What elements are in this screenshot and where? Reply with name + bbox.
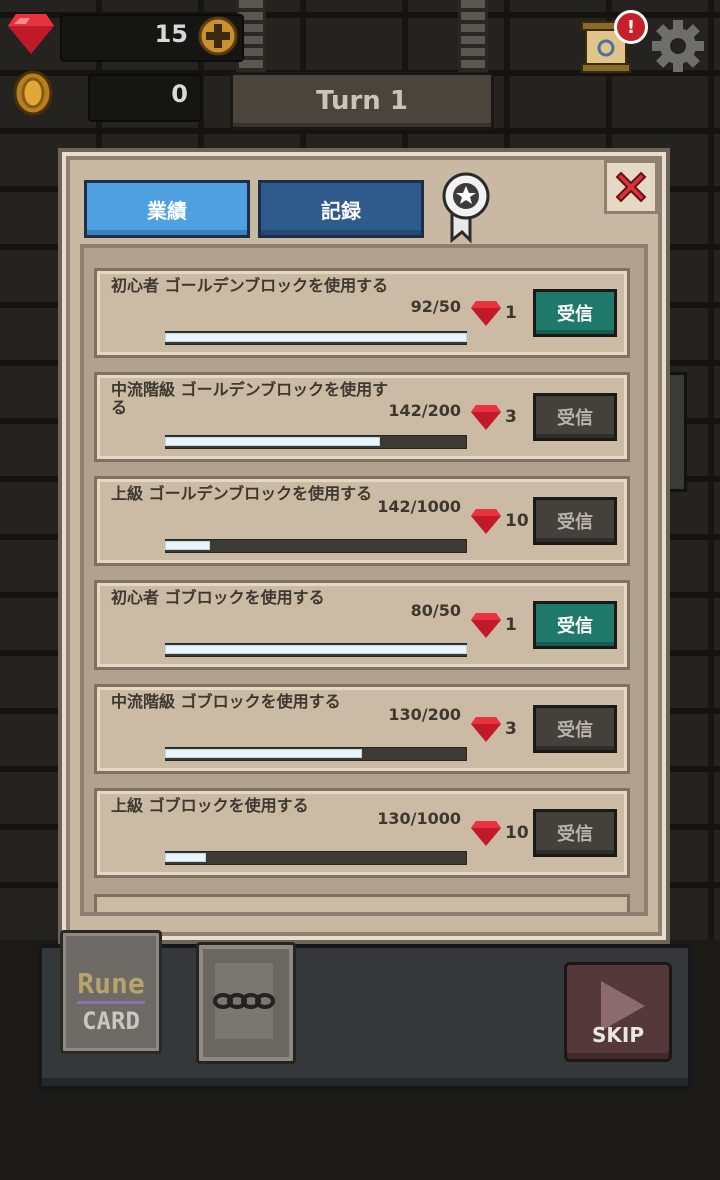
- reward-amount: 1: [505, 303, 517, 323]
- progress-bar: [165, 643, 467, 657]
- achievement-row: 中流階級 ゴブロックを使用する 130/200 3 受信: [94, 684, 630, 774]
- reward-amount: 3: [505, 407, 517, 427]
- achievement-title: 中流階級 ゴブロックを使用する: [111, 692, 341, 711]
- achievement-title: 中流階級 ゴールデンブロックを使用する: [111, 380, 389, 417]
- claim-button[interactable]: 受信: [533, 809, 617, 857]
- add-gems-button[interactable]: [198, 16, 238, 56]
- tab-achievements[interactable]: 業績: [84, 180, 250, 238]
- gold-coin-icon: [13, 70, 53, 116]
- skip-label: SKIP: [591, 1023, 644, 1047]
- claim-button[interactable]: 受信: [533, 601, 617, 649]
- ruby-gem-icon: [471, 613, 501, 638]
- achievement-progress: 80/50: [410, 601, 461, 620]
- reward-amount: 3: [505, 719, 517, 739]
- progress-bar-fill: [166, 854, 205, 861]
- achievement-row: 中流階級 ゴールデンブロックを使用する 142/200 3 受信: [94, 372, 630, 462]
- achievement-row-partial: [94, 894, 630, 912]
- progress-bar-fill: [166, 334, 466, 341]
- claim-button[interactable]: 受信: [533, 497, 617, 545]
- close-icon: [615, 171, 647, 203]
- achievement-title: 初心者 ゴールデンブロックを使用する: [111, 276, 389, 295]
- settings-gear-icon[interactable]: [650, 18, 706, 74]
- ruby-gem-icon: [471, 821, 501, 846]
- chain-right: [458, 0, 488, 72]
- achievement-progress: 142/200: [388, 401, 461, 420]
- progress-bar-fill: [166, 646, 466, 653]
- reward-amount: 10: [505, 823, 529, 843]
- award-ribbon-icon: [442, 172, 490, 244]
- achievement-title: 初心者 ゴブロックを使用する: [111, 588, 325, 607]
- progress-bar: [165, 331, 467, 345]
- notification-badge: !: [614, 10, 648, 44]
- close-button[interactable]: [604, 160, 658, 214]
- achievement-row: 初心者 ゴールデンブロックを使用する 92/50 1 受信: [94, 268, 630, 358]
- locked-card-slot[interactable]: [196, 942, 296, 1064]
- rune-card-deck[interactable]: Rune CARD: [60, 930, 162, 1054]
- achievement-row: 上級 ゴールデンブロックを使用する 142/1000 10 受信: [94, 476, 630, 566]
- chain-icon: [213, 963, 275, 1039]
- ruby-gem-icon: [471, 509, 501, 534]
- rune-card-divider: [77, 1001, 145, 1004]
- achievement-row: 初心者 ゴブロックを使用する 80/50 1 受信: [94, 580, 630, 670]
- progress-bar-fill: [166, 438, 379, 445]
- gem-count: 15: [154, 20, 188, 48]
- ruby-gem-icon: [471, 717, 501, 742]
- coin-count: 0: [171, 80, 188, 108]
- rune-card-subtitle: CARD: [82, 1007, 140, 1035]
- ruby-gem-icon: [8, 14, 54, 54]
- achievement-progress: 130/200: [388, 705, 461, 724]
- achievement-progress: 92/50: [410, 297, 461, 316]
- claim-button[interactable]: 受信: [533, 705, 617, 753]
- turn-indicator: Turn 1: [230, 72, 494, 130]
- achievement-row: 上級 ゴブロックを使用する 130/1000 10 受信: [94, 788, 630, 878]
- reward-amount: 1: [505, 615, 517, 635]
- achievement-list[interactable]: 初心者 ゴールデンブロックを使用する 92/50 1 受信 中流階級 ゴールデン…: [80, 244, 648, 916]
- progress-bar: [165, 747, 467, 761]
- skip-button[interactable]: SKIP: [564, 962, 672, 1062]
- progress-bar-fill: [166, 750, 361, 757]
- claim-button[interactable]: 受信: [533, 393, 617, 441]
- achievement-progress: 130/1000: [377, 809, 461, 828]
- claim-button[interactable]: 受信: [533, 289, 617, 337]
- reward-amount: 10: [505, 511, 529, 531]
- progress-bar: [165, 435, 467, 449]
- progress-bar: [165, 851, 467, 865]
- rune-card-title: Rune: [77, 967, 145, 1000]
- progress-bar-fill: [166, 542, 209, 549]
- achievement-title: 上級 ゴールデンブロックを使用する: [111, 484, 373, 503]
- achievement-title: 上級 ゴブロックを使用する: [111, 796, 309, 815]
- achievements-dialog: 業績 記録 初心者 ゴールデンブロックを使用する 92/50 1 受信 中流階級…: [62, 152, 666, 940]
- ruby-gem-icon: [471, 405, 501, 430]
- achievement-progress: 142/1000: [377, 497, 461, 516]
- ruby-gem-icon: [471, 301, 501, 326]
- tab-records[interactable]: 記録: [258, 180, 424, 238]
- progress-bar: [165, 539, 467, 553]
